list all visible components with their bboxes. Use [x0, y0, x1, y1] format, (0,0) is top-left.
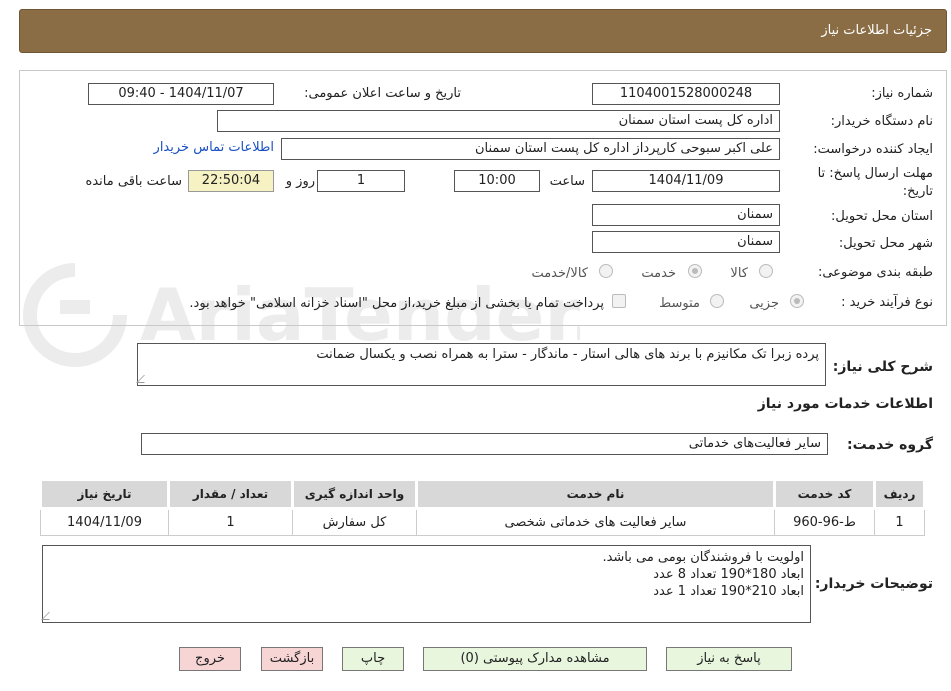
city-field: سمنان [592, 231, 780, 253]
category-option-service: خدمت [641, 266, 676, 281]
remaining-days-field: 1 [317, 170, 405, 192]
category-option-goods-service: کالا/خدمت [531, 266, 588, 281]
creator-field: علی اکبر سبوحی کارپرداز اداره کل پست است… [281, 138, 780, 160]
resize-grip-icon[interactable] [136, 375, 152, 383]
col-row-number: ردیف [873, 478, 926, 510]
category-option-goods: کالا [730, 266, 748, 281]
remaining-label: ساعت باقی مانده [85, 174, 182, 189]
buyer-note-line: ابعاد 210*190 تعداد 1 عدد [653, 584, 804, 599]
need-number-field: 1104001528000248 [592, 83, 780, 105]
purchase-option-medium: متوسط [659, 296, 700, 311]
city-label: شهر محل تحویل: [838, 236, 933, 251]
announce-datetime-field: 1404/11/07 - 09:40 [88, 83, 274, 105]
cell-service-code: ط-96-960 [774, 508, 875, 536]
category-radio-goods-service[interactable] [599, 264, 613, 278]
cell-unit: کل سفارش [292, 508, 417, 536]
province-field: سمنان [592, 204, 780, 226]
category-radio-goods[interactable] [759, 264, 773, 278]
buyer-notes-label: توضیحات خریدار: [814, 576, 933, 592]
deadline-label: مهلت ارسال پاسخ: تا تاریخ: [817, 166, 933, 199]
col-need-date: تاریخ نیاز [39, 478, 170, 510]
treasury-payment-checkbox[interactable] [612, 294, 626, 308]
buyer-contact-link[interactable]: اطلاعات تماس خریدار [154, 140, 274, 155]
deadline-date-field: 1404/11/09 [592, 170, 780, 192]
purchase-radio-medium[interactable] [710, 294, 724, 308]
print-button[interactable]: چاپ [342, 647, 404, 671]
purchase-type-label: نوع فرآیند خرید : [841, 295, 933, 310]
table-header-row: ردیف کد خدمت نام خدمت واحد اندازه گیری ت… [39, 478, 926, 510]
table-row: 1 ط-96-960 سایر فعالیت های خدماتی شخصی ک… [40, 508, 925, 536]
announce-label: تاریخ و ساعت اعلان عمومی: [304, 86, 461, 101]
service-group-label: گروه خدمت: [847, 437, 933, 453]
col-quantity: تعداد / مقدار [167, 478, 294, 510]
service-group-field: سایر فعالیت‌های خدماتی [141, 433, 828, 455]
cell-need-date: 1404/11/09 [40, 508, 169, 536]
summary-textarea: پرده زبرا تک مکانیزم با برند های هالی اس… [136, 343, 826, 386]
buyer-org-label: نام دستگاه خریدار: [830, 114, 933, 129]
col-service-code: کد خدمت [773, 478, 876, 510]
page-title: جزئیات اطلاعات نیاز [821, 23, 932, 38]
purchase-option-minor: جزیی [749, 296, 779, 311]
reply-button[interactable]: پاسخ به نیاز [666, 647, 792, 671]
province-label: استان محل تحویل: [831, 209, 933, 224]
resize-grip-icon[interactable] [41, 612, 57, 620]
remaining-time-field: 22:50:04 [188, 170, 274, 192]
buyer-org-field: اداره کل پست استان سمنان [217, 110, 780, 132]
deadline-time-label: ساعت [549, 174, 585, 189]
col-unit: واحد اندازه گیری [291, 478, 418, 510]
purchase-radio-minor[interactable] [790, 294, 804, 308]
deadline-time-field: 10:00 [454, 170, 540, 192]
buyer-note-line: ابعاد 180*190 تعداد 8 عدد [653, 567, 804, 582]
buyer-notes-textarea: اولویت با فروشندگان بومی می باشد. ابعاد … [41, 545, 811, 623]
category-radio-service[interactable] [688, 264, 702, 278]
services-section-title: اطلاعات خدمات مورد نیاز [757, 396, 933, 412]
services-table: ردیف کد خدمت نام خدمت واحد اندازه گیری ت… [39, 478, 926, 536]
treasury-payment-note: پرداخت تمام یا بخشی از مبلغ خرید،از محل … [189, 296, 604, 311]
buyer-note-line: اولویت با فروشندگان بومی می باشد. [602, 550, 804, 565]
col-service-name: نام خدمت [415, 478, 776, 510]
category-label: طبقه بندی موضوعی: [817, 265, 933, 280]
summary-label: شرح کلی نیاز: [832, 359, 933, 375]
summary-text: پرده زبرا تک مکانیزم با برند های هالی اس… [316, 347, 819, 362]
exit-button[interactable]: خروج [179, 647, 241, 671]
cell-row-number: 1 [874, 508, 925, 536]
need-number-label: شماره نیاز: [871, 86, 933, 101]
creator-label: ایجاد کننده درخواست: [813, 142, 933, 157]
cell-service-name: سایر فعالیت های خدماتی شخصی [416, 508, 775, 536]
days-label: روز و [285, 174, 315, 189]
back-button[interactable]: بازگشت [261, 647, 323, 671]
cell-quantity: 1 [168, 508, 293, 536]
page-header: جزئیات اطلاعات نیاز [19, 9, 947, 53]
attachments-button[interactable]: مشاهده مدارک پیوستی (0) [423, 647, 647, 671]
